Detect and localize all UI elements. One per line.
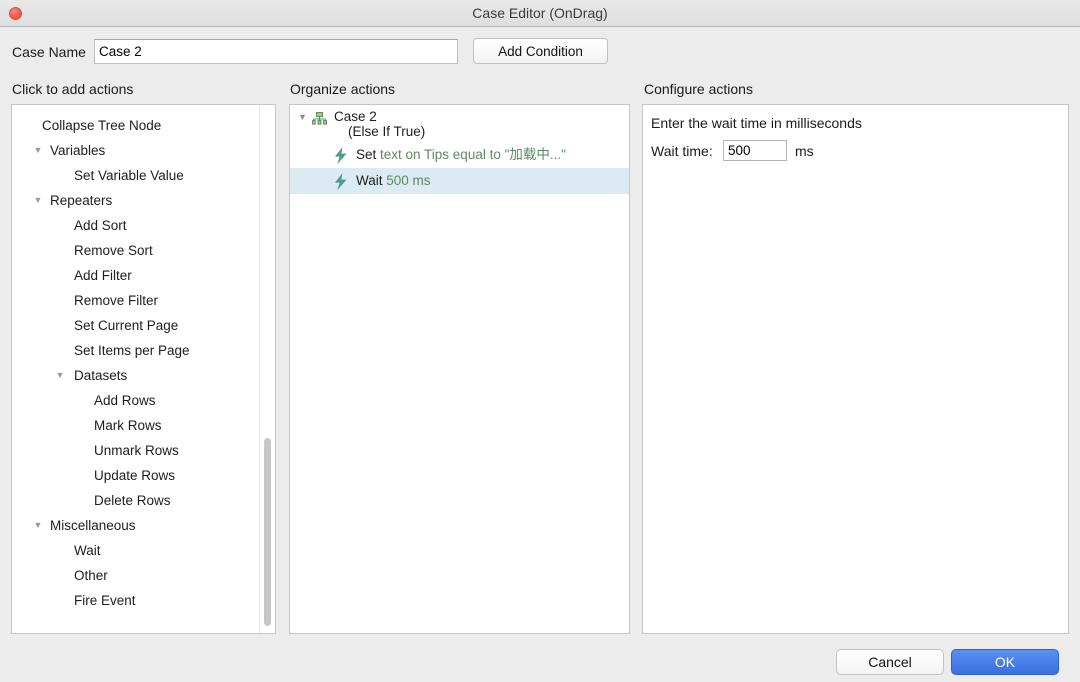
- lightning-bolt-icon: [334, 147, 348, 164]
- action-tree-item[interactable]: Collapse Tree Node: [12, 113, 275, 138]
- configure-description: Enter the wait time in milliseconds: [651, 115, 862, 131]
- chevron-down-icon[interactable]: ▼: [52, 363, 68, 388]
- action-tree-item-label: Miscellaneous: [50, 518, 136, 533]
- actions-list-panel: Collapse Tree Node ▼ Variables Set Variable…: [11, 104, 276, 634]
- action-tree-item[interactable]: Add Sort: [12, 213, 275, 238]
- ok-button[interactable]: OK: [951, 649, 1059, 675]
- action-tree-item[interactable]: Other: [12, 563, 275, 588]
- case-node-icon: [311, 112, 328, 125]
- action-tree-item-label: Fire Event: [74, 593, 136, 608]
- action-tree-item-label: Delete Rows: [94, 493, 171, 508]
- action-tree-item-label: Update Rows: [94, 468, 176, 483]
- action-tree-item-label: Mark Rows: [94, 418, 162, 433]
- action-tree-item[interactable]: Mark Rows: [12, 413, 275, 438]
- action-tree-item[interactable]: Delete Rows: [12, 488, 275, 513]
- right-column-header: Configure actions: [644, 81, 753, 97]
- action-tree-item-label: Unmark Rows: [94, 443, 179, 458]
- action-tree-item[interactable]: Wait: [12, 538, 275, 563]
- chevron-down-icon[interactable]: ▼: [298, 111, 307, 123]
- organize-action-argument: 500 ms: [386, 173, 431, 188]
- configure-actions-panel: Enter the wait time in milliseconds Wait…: [642, 104, 1069, 634]
- window-title: Case Editor (OnDrag): [472, 5, 608, 21]
- action-tree-item[interactable]: Set Items per Page: [12, 338, 275, 363]
- organize-action-argument: text on Tips equal to "加载中...": [380, 147, 566, 162]
- cancel-button[interactable]: Cancel: [836, 649, 944, 675]
- action-tree-item-label: Remove Filter: [74, 293, 159, 308]
- action-tree-item[interactable]: Fire Event: [12, 588, 275, 613]
- action-tree-item-label: Other: [74, 568, 108, 583]
- add-condition-button[interactable]: Add Condition: [473, 38, 608, 64]
- action-tree-item[interactable]: ▼ Datasets: [12, 363, 275, 388]
- action-tree-item-label: Variables: [50, 143, 106, 158]
- lightning-bolt-icon: [334, 173, 348, 190]
- chevron-down-icon[interactable]: ▼: [30, 138, 46, 163]
- action-tree-item-label: Add Rows: [94, 393, 156, 408]
- action-tree-item-label: Add Sort: [74, 218, 127, 233]
- middle-column-header: Organize actions: [290, 81, 396, 97]
- actions-list-scrollbar[interactable]: [259, 106, 274, 633]
- left-column-header: Click to add actions: [12, 81, 134, 97]
- case-node-title: Case 2: [334, 109, 377, 124]
- action-tree-item-label: Datasets: [74, 368, 128, 383]
- action-tree-item[interactable]: Update Rows: [12, 463, 275, 488]
- action-tree-item[interactable]: Remove Sort: [12, 238, 275, 263]
- organize-action-verb: Wait: [356, 173, 387, 188]
- case-tree-node[interactable]: ▼ Case 2 (Else If True): [290, 105, 629, 142]
- action-tree-item[interactable]: Set Variable Value: [12, 163, 275, 188]
- action-tree-item-label: Add Filter: [74, 268, 132, 283]
- window-titlebar: Case Editor (OnDrag): [0, 0, 1080, 27]
- action-tree-item[interactable]: Set Current Page: [12, 313, 275, 338]
- chevron-down-icon[interactable]: ▼: [30, 188, 46, 213]
- action-tree-item[interactable]: ▼ Variables: [12, 138, 275, 163]
- action-tree-item-label: Set Current Page: [74, 318, 179, 333]
- chevron-down-icon[interactable]: ▼: [30, 513, 46, 538]
- action-tree-item[interactable]: ▼ Miscellaneous: [12, 513, 275, 538]
- organize-action-items: Set text on Tips equal to "加载中..." Wait 5…: [290, 142, 629, 194]
- organize-action-verb: Set: [356, 147, 381, 162]
- actions-tree: Collapse Tree Node ▼ Variables Set Variable…: [12, 105, 275, 613]
- action-tree-item-label: Wait: [74, 543, 101, 558]
- action-tree-item[interactable]: Unmark Rows: [12, 438, 275, 463]
- wait-time-label: Wait time:: [651, 143, 713, 159]
- case-name-input[interactable]: [94, 39, 458, 64]
- organize-action-row[interactable]: Set text on Tips equal to "加载中...": [290, 142, 629, 168]
- actions-list-scrollbar-thumb[interactable]: [264, 438, 271, 626]
- action-tree-item-label: Collapse Tree Node: [42, 118, 162, 133]
- organize-actions-panel: ▼ Case 2 (Else If True) Set text on Tips…: [289, 104, 630, 634]
- case-node-subtitle: (Else If True): [348, 124, 426, 139]
- action-tree-item[interactable]: Add Filter: [12, 263, 275, 288]
- action-tree-item-label: Remove Sort: [74, 243, 153, 258]
- action-tree-item-label: Set Variable Value: [74, 168, 184, 183]
- action-tree-item-label: Set Items per Page: [74, 343, 190, 358]
- action-tree-item[interactable]: Add Rows: [12, 388, 275, 413]
- organize-action-row[interactable]: Wait 500 ms: [290, 168, 629, 194]
- case-name-label: Case Name: [12, 44, 86, 60]
- action-tree-item-label: Repeaters: [50, 193, 113, 208]
- wait-time-unit: ms: [795, 143, 814, 159]
- action-tree-item[interactable]: Remove Filter: [12, 288, 275, 313]
- wait-time-input[interactable]: [723, 140, 787, 161]
- action-tree-item[interactable]: ▼ Repeaters: [12, 188, 275, 213]
